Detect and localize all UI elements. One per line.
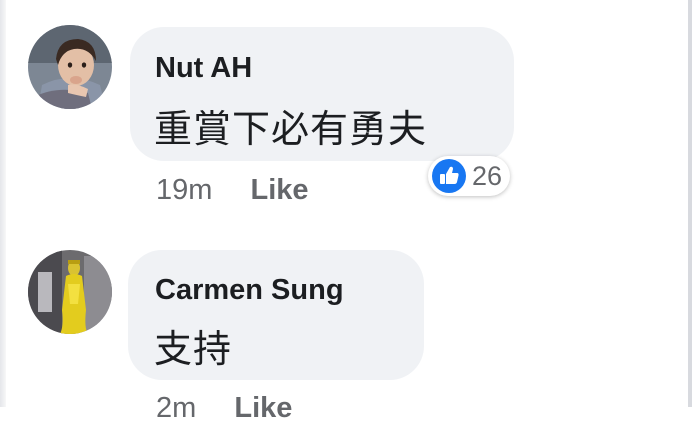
comment-meta: 19m Like [156,174,309,207]
comment-author[interactable]: Carmen Sung [155,274,344,307]
child-photo [28,25,112,109]
comment-text: 重賞下必有勇夫 [154,107,428,151]
golden-statue-photo [28,250,112,334]
comment-meta: 2m Like [156,392,292,425]
comment-text: 支持 [154,327,233,371]
comment-item: Carmen Sung 支持 2m Like [0,210,692,424]
comment-time[interactable]: 2m [156,392,196,424]
comment-item: Nut AH 重賞下必有勇夫 26 19m Like [0,0,692,210]
reaction-summary[interactable]: 26 [428,156,511,196]
reaction-count: 26 [472,160,503,191]
like-button[interactable]: Like [250,174,308,206]
like-button[interactable]: Like [234,392,292,424]
comment-time[interactable]: 19m [156,174,212,206]
comment-author[interactable]: Nut AH [155,52,252,85]
thumbs-up-icon [432,159,466,193]
avatar[interactable] [28,25,112,109]
avatar[interactable] [28,250,112,334]
